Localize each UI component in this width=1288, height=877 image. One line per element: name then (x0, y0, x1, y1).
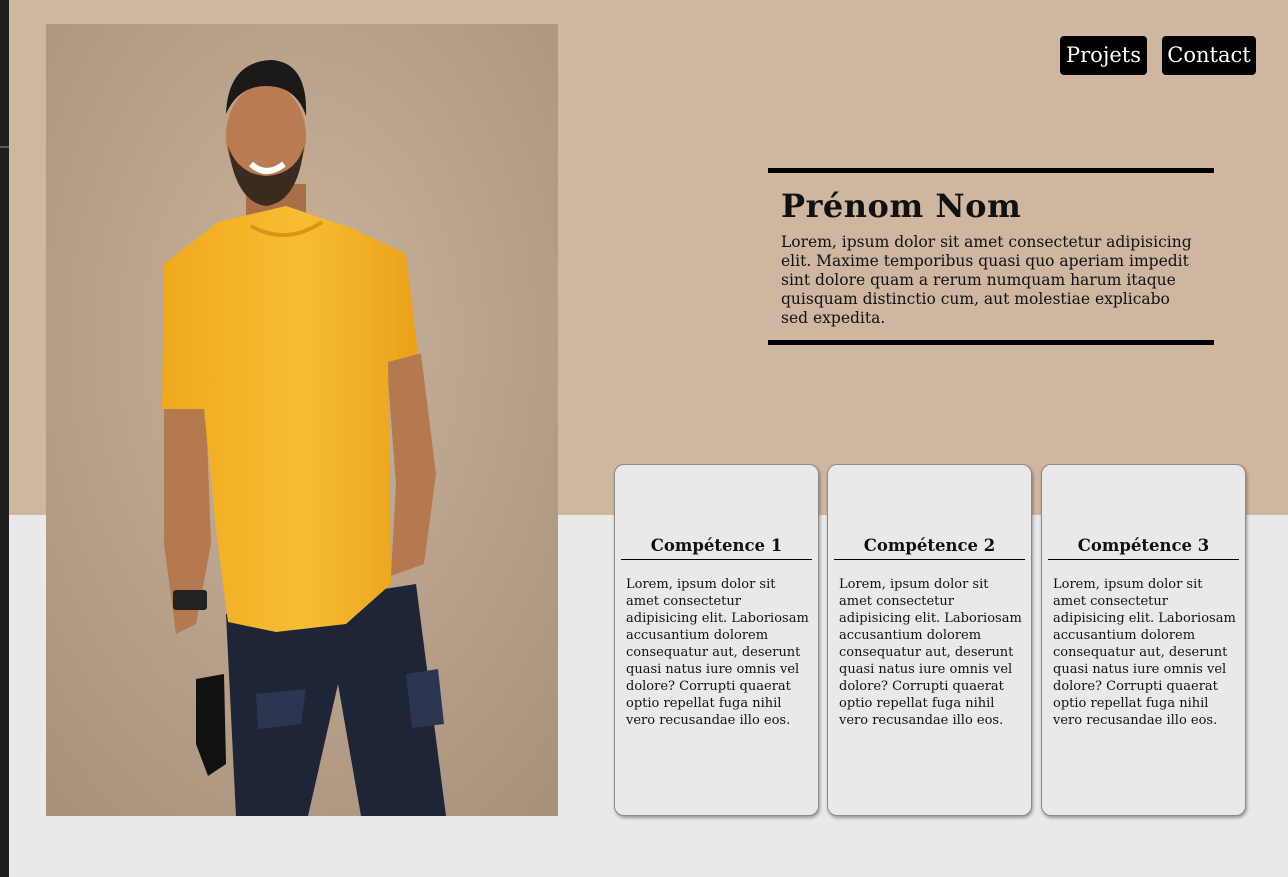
skill-title: Compétence 1 (621, 536, 812, 560)
skill-title: Compétence 2 (834, 536, 1025, 560)
left-window-edge (0, 0, 9, 877)
intro-description: Lorem, ipsum dolor sit amet consectetur … (781, 233, 1192, 327)
skill-text: Lorem, ipsum dolor sit amet consectetur … (626, 577, 809, 728)
skill-card: Compétence 1 Lorem, ipsum dolor sit amet… (614, 464, 819, 816)
edge-marker (0, 146, 9, 148)
projects-button[interactable]: Projets (1060, 36, 1147, 75)
person-name: Prénom Nom (781, 187, 1022, 225)
contact-button[interactable]: Contact (1162, 36, 1256, 75)
skill-card: Compétence 3 Lorem, ipsum dolor sit amet… (1041, 464, 1246, 816)
profile-photo (46, 24, 558, 816)
skill-text: Lorem, ipsum dolor sit amet consectetur … (1053, 577, 1236, 728)
skill-card: Compétence 2 Lorem, ipsum dolor sit amet… (827, 464, 1032, 816)
intro-section: Prénom Nom Lorem, ipsum dolor sit amet c… (768, 168, 1214, 345)
skill-text: Lorem, ipsum dolor sit amet consectetur … (839, 577, 1022, 728)
skill-title: Compétence 3 (1048, 536, 1239, 560)
